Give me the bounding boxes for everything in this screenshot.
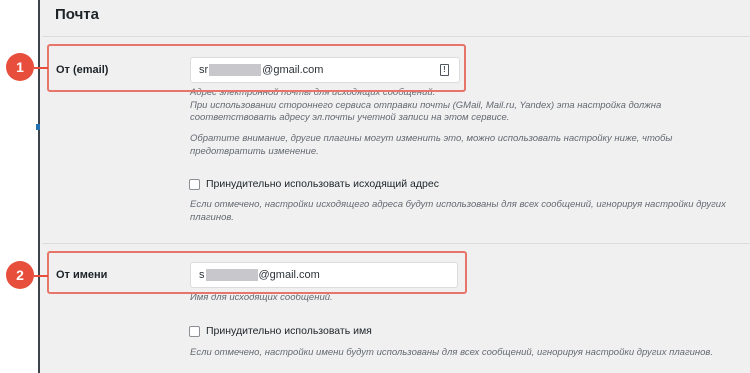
sidebar-active-indicator [36,124,40,130]
force-from-email-checkbox[interactable] [189,178,200,190]
callout-connector [34,67,48,69]
section-divider [42,36,750,37]
callout-marker-2: 2 [6,261,34,289]
from-email-description: Адрес электронной почты для исходящих со… [190,87,730,125]
force-from-name-label: Принудительно использовать имя [206,325,372,337]
callout-connector [34,275,48,277]
force-from-name-checkbox[interactable] [189,325,200,337]
from-email-note: Обратите внимание, другие плагины могут … [190,133,730,158]
force-from-email-label: Принудительно использовать исходящий адр… [206,178,439,190]
field-divider [42,243,750,244]
force-from-name-option[interactable]: Принудительно использовать имя [189,325,372,337]
force-from-email-description: Если отмечено, настройки исходящего адре… [190,199,735,224]
desc-line: плагинов. [190,211,234,223]
desc-line: Обратите внимание, другие плагины могут … [190,133,673,144]
callout-box-from-name [47,251,467,294]
section-title: Почта [55,6,99,23]
callout-box-from-email [47,44,466,92]
desc-line: Если отмечено, настройки исходящего адре… [190,199,726,210]
desc-line: При использовании стороннего сервиса отп… [190,99,662,111]
callout-marker-1: 1 [6,53,34,81]
desc-line: предотвратить изменение. [190,145,319,157]
desc-line: соответствовать адресу эл.почты учетной … [190,112,510,123]
force-from-name-description: Если отмечено, настройки имени будут исп… [190,347,714,358]
force-from-email-option[interactable]: Принудительно использовать исходящий адр… [189,178,439,190]
